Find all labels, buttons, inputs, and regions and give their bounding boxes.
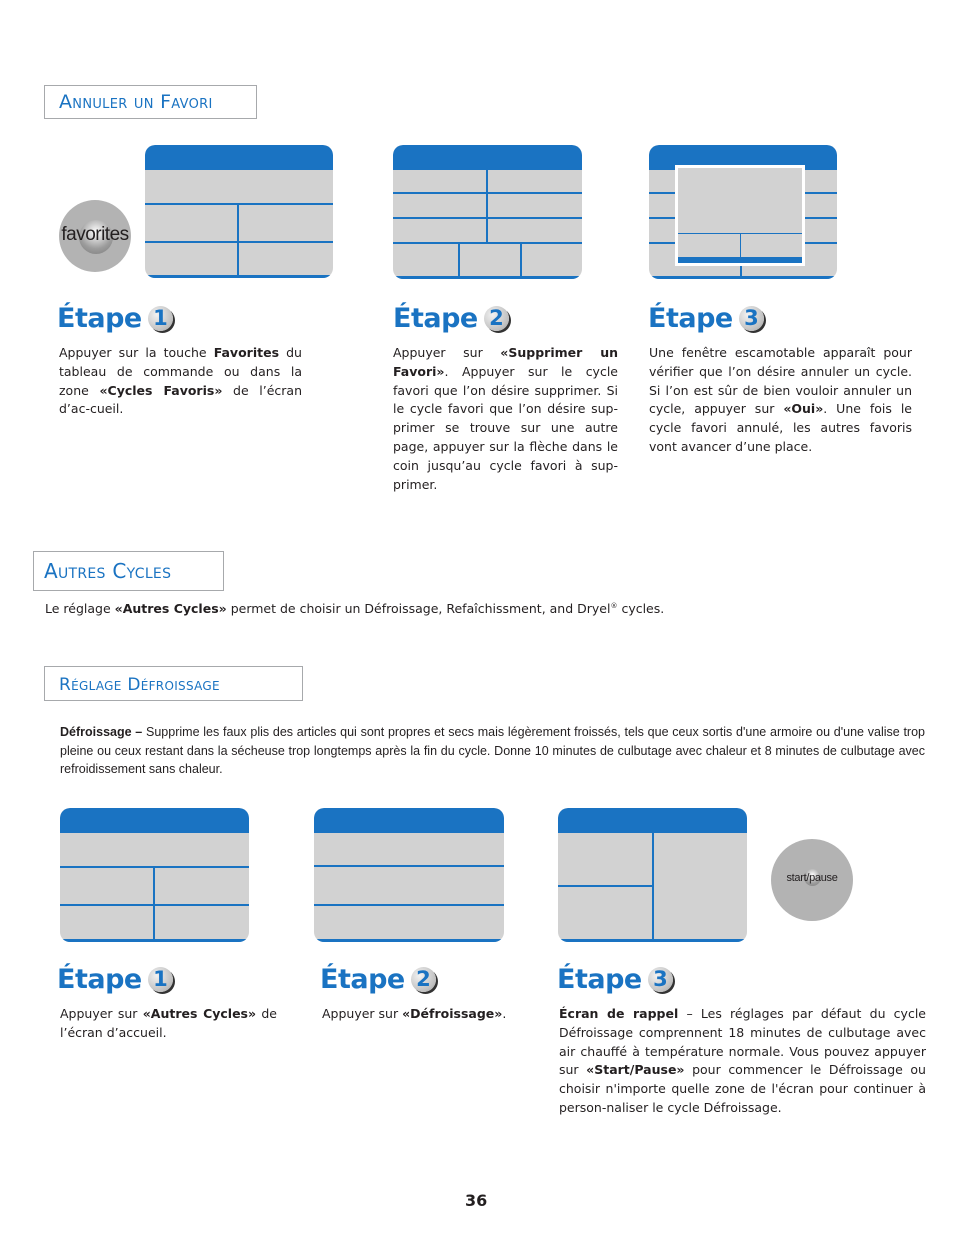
text: . Appuyer sur le cycle favori que l’on d… [393,363,618,492]
section-header-annuler-favori: Annuler un Favori [44,85,257,119]
step-2-text: Appuyer sur «Supprimer un Favori». Appuy… [393,344,618,494]
screen-bottom-bar [649,276,837,279]
step-number-badge: 3 [738,306,764,331]
step-number-badge: 1 [147,967,173,992]
bold-text: «Oui» [783,401,824,417]
step-label: Étape [393,303,478,334]
bold-text: «Autres Cycles» [142,1006,257,1021]
grid-line [145,203,333,205]
bold-text: «Autres Cycles» [114,601,227,616]
step-label: Étape [320,964,405,995]
screen-diagram-annuler-step2 [393,145,582,279]
screen-bottom-bar [393,276,582,279]
step-heading-1: Étape 1 [57,966,173,993]
text: cycles. [617,601,665,616]
screen-bottom-bar [60,939,249,942]
bold-text: Écran de rappel [559,1006,679,1021]
screen-bottom-bar [145,275,333,278]
text: Appuyer sur la touche [59,345,214,360]
grid-line [520,242,522,279]
screen-header-bar [393,145,582,170]
grid-line [652,833,654,942]
section-header-reglage-defroissage: Réglage Défroissage [44,666,303,701]
section-header-autres-cycles: Autres Cycles [33,551,224,591]
screen-bottom-bar [314,939,504,942]
grid-line [153,866,155,942]
page-number: 36 [465,1191,488,1210]
step-heading-2: Étape 2 [393,305,509,332]
grid-line [314,865,504,867]
step-number-badge: 3 [647,967,673,992]
confirm-popup [675,165,805,266]
screen-header-bar [60,808,249,833]
grid-line [558,885,653,887]
reglage-step-1-text: Appuyer sur «Autres Cycles» de l’écran d… [60,1005,277,1043]
defroissage-description: Défroissage – Supprime les faux plis des… [60,723,925,779]
section-title: Autres Cycles [44,559,172,583]
text: permet de choisir un Défroissage, Refaîc… [226,601,611,616]
bold-text: Défroissage – [60,725,143,739]
bold-text: «Défroissage» [402,1006,503,1021]
text: . [502,1006,507,1021]
screen-header-bar [558,808,747,833]
step-heading-1: Étape 1 [57,305,173,332]
screen-diagram-reglage-step2 [314,808,504,942]
grid-line [145,241,333,243]
screen-header-bar [145,145,333,170]
text: Le réglage [45,601,115,616]
popup-body [678,168,802,263]
screen-diagram-annuler-step1 [145,145,333,278]
grid-line [314,904,504,906]
step-3-text: Une fenêtre escamotable apparaît pour vé… [649,344,912,457]
start-pause-button-label: start/pause [786,872,838,884]
reglage-step-3-text: Écran de rappel – Les réglages par défau… [559,1005,926,1118]
popup-bottom-bar [678,257,802,263]
step-number-badge: 1 [147,306,173,331]
text: Appuyer sur [322,1006,403,1021]
step-heading-3: Étape 3 [648,305,764,332]
grid-line [237,203,239,278]
step-label: Étape [648,303,733,334]
bold-text: Favorites [213,345,280,360]
screen-diagram-reglage-step3 [558,808,747,942]
text: Appuyer sur [60,1006,143,1021]
bold-text: «Start/Pause» [586,1062,685,1078]
step-label: Étape [57,964,142,995]
step-label: Étape [57,303,142,334]
favorites-button-illustration: favorites [59,200,131,272]
section-title: Réglage Défroissage [59,675,220,695]
start-pause-button-illustration: start/pause [771,839,853,921]
text: Appuyer sur [393,345,501,360]
step-number-badge: 2 [483,306,509,331]
reglage-step-2-text: Appuyer sur «Défroissage». [322,1005,522,1024]
screen-header-bar [314,808,504,833]
popup-divider [740,233,741,257]
bold-text: «Cycles Favoris» [99,382,223,398]
favorites-button-label: favorites [61,224,129,245]
step-number-badge: 2 [410,967,436,992]
section-title: Annuler un Favori [59,91,213,113]
screen-diagram-reglage-step1 [60,808,249,942]
step-heading-3: Étape 3 [557,966,673,993]
grid-line [458,242,460,279]
step-heading-2: Étape 2 [320,966,436,993]
grid-line [486,170,488,243]
screen-bottom-bar [558,939,747,942]
text: Supprime les faux plis des articles qui … [60,725,925,776]
step-label: Étape [557,964,642,995]
screen-diagram-annuler-step3 [649,145,837,279]
step-1-text: Appuyer sur la touche Favorites du table… [59,344,302,419]
autres-cycles-intro: Le réglage «Autres Cycles» permet de cho… [45,601,664,616]
